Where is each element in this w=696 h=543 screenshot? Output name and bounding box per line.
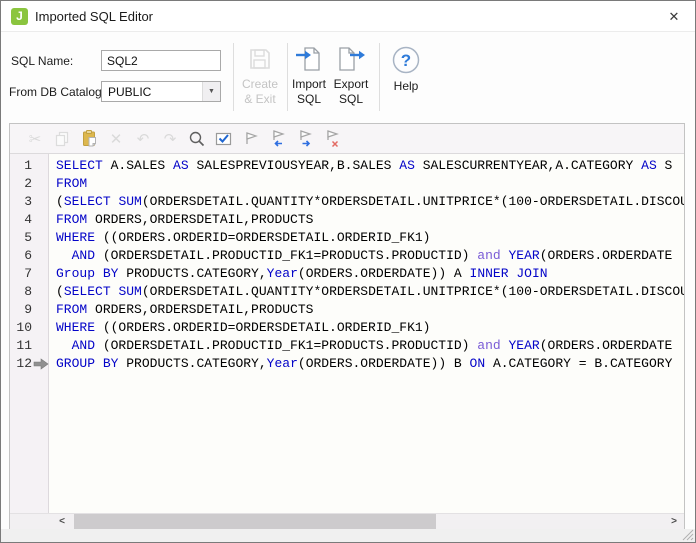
- scroll-left-icon[interactable]: <: [52, 514, 72, 529]
- paste-icon[interactable]: [78, 128, 100, 150]
- import-sql-button[interactable]: Import SQL: [288, 45, 330, 107]
- line-number: 7: [10, 265, 48, 283]
- line-number: 5: [10, 229, 48, 247]
- db-catalog-label: From DB Catalog:: [9, 85, 105, 99]
- sql-editor-panel: ✂ ✕ ↶ ↷: [9, 123, 685, 530]
- code-editor-area[interactable]: 123456789101112 SELECT A.SALES AS SALESP…: [10, 154, 684, 513]
- scrollbar-corner: [10, 514, 52, 529]
- close-icon[interactable]: ✕: [663, 7, 685, 27]
- code-line: AND (ORDERSDETAIL.PRODUCTID_FK1=PRODUCTS…: [56, 337, 684, 355]
- create-exit-label-line1: Create: [242, 77, 278, 91]
- help-icon: ?: [391, 45, 421, 75]
- editor-toolbar: ✂ ✕ ↶ ↷: [10, 124, 684, 154]
- redo-icon[interactable]: ↷: [159, 128, 181, 150]
- code-line: GROUP BY PRODUCTS.CATEGORY,Year(ORDERS.O…: [56, 355, 684, 373]
- line-number: 3: [10, 193, 48, 211]
- code-line: WHERE ((ORDERS.ORDERID=ORDERSDETAIL.ORDE…: [56, 229, 684, 247]
- create-exit-button[interactable]: Create & Exit: [235, 45, 285, 107]
- cut-icon[interactable]: ✂: [24, 128, 46, 150]
- app-logo-icon: J: [11, 8, 28, 25]
- save-icon: [246, 45, 274, 73]
- status-strip: [1, 529, 695, 542]
- export-sql-button[interactable]: Export SQL: [330, 45, 372, 107]
- line-number: 12: [10, 355, 48, 373]
- create-exit-label-line2: & Exit: [244, 92, 275, 106]
- import-sql-icon: [294, 45, 324, 73]
- code-line: FROM: [56, 175, 684, 193]
- line-number: 4: [10, 211, 48, 229]
- help-label: Help: [394, 79, 419, 93]
- line-number: 2: [10, 175, 48, 193]
- db-catalog-value: PUBLIC: [108, 85, 151, 99]
- code-line: SELECT A.SALES AS SALESPREVIOUSYEAR,B.SA…: [56, 157, 684, 175]
- sql-name-label: SQL Name:: [11, 54, 73, 68]
- line-number: 1: [10, 157, 48, 175]
- code-line: WHERE ((ORDERS.ORDERID=ORDERSDETAIL.ORDE…: [56, 319, 684, 337]
- imported-sql-editor-dialog: J Imported SQL Editor ✕ SQL Name: From D…: [0, 0, 696, 543]
- undo-icon[interactable]: ↶: [132, 128, 154, 150]
- clear-bookmarks-icon[interactable]: [321, 128, 343, 150]
- check-sql-icon[interactable]: [213, 128, 235, 150]
- title-bar: J Imported SQL Editor ✕: [1, 1, 695, 32]
- line-number: 11: [10, 337, 48, 355]
- svg-text:?: ?: [401, 51, 411, 70]
- current-line-arrow-icon: [33, 358, 49, 370]
- line-number: 8: [10, 283, 48, 301]
- line-number: 9: [10, 301, 48, 319]
- help-button[interactable]: ? Help: [382, 45, 430, 94]
- chevron-down-icon[interactable]: ▼: [202, 82, 220, 101]
- gutter: 123456789101112: [10, 154, 49, 513]
- code-line: (SELECT SUM(ORDERSDETAIL.QUANTITY*ORDERS…: [56, 193, 684, 211]
- line-number: 6: [10, 247, 48, 265]
- copy-icon[interactable]: [51, 128, 73, 150]
- code-lines: SELECT A.SALES AS SALESPREVIOUSYEAR,B.SA…: [50, 154, 684, 513]
- code-line: FROM ORDERS,ORDERSDETAIL,PRODUCTS: [56, 211, 684, 229]
- code-line: (SELECT SUM(ORDERSDETAIL.QUANTITY*ORDERS…: [56, 283, 684, 301]
- toolbar-separator: [233, 43, 234, 111]
- previous-bookmark-icon[interactable]: [267, 128, 289, 150]
- scroll-right-icon[interactable]: >: [664, 514, 684, 529]
- horizontal-scrollbar[interactable]: < >: [10, 513, 684, 529]
- code-line: AND (ORDERSDETAIL.PRODUCTID_FK1=PRODUCTS…: [56, 247, 684, 265]
- toolbar-separator: [379, 43, 380, 111]
- window-title: Imported SQL Editor: [35, 9, 153, 24]
- code-line: FROM ORDERS,ORDERSDETAIL,PRODUCTS: [56, 301, 684, 319]
- delete-icon[interactable]: ✕: [105, 128, 127, 150]
- sql-name-input[interactable]: [101, 50, 221, 71]
- export-sql-icon: [336, 45, 366, 73]
- export-sql-label-line2: SQL: [339, 92, 363, 106]
- bookmark-icon[interactable]: [240, 128, 262, 150]
- line-number: 10: [10, 319, 48, 337]
- search-icon[interactable]: [186, 128, 208, 150]
- next-bookmark-icon[interactable]: [294, 128, 316, 150]
- import-sql-label-line1: Import: [292, 77, 326, 91]
- scrollbar-thumb[interactable]: [74, 514, 436, 529]
- import-sql-label-line2: SQL: [297, 92, 321, 106]
- code-line: Group BY PRODUCTS.CATEGORY,Year(ORDERS.O…: [56, 265, 684, 283]
- export-sql-label-line1: Export: [334, 77, 369, 91]
- db-catalog-dropdown[interactable]: PUBLIC ▼: [101, 81, 221, 102]
- resize-grip-icon[interactable]: [681, 528, 694, 541]
